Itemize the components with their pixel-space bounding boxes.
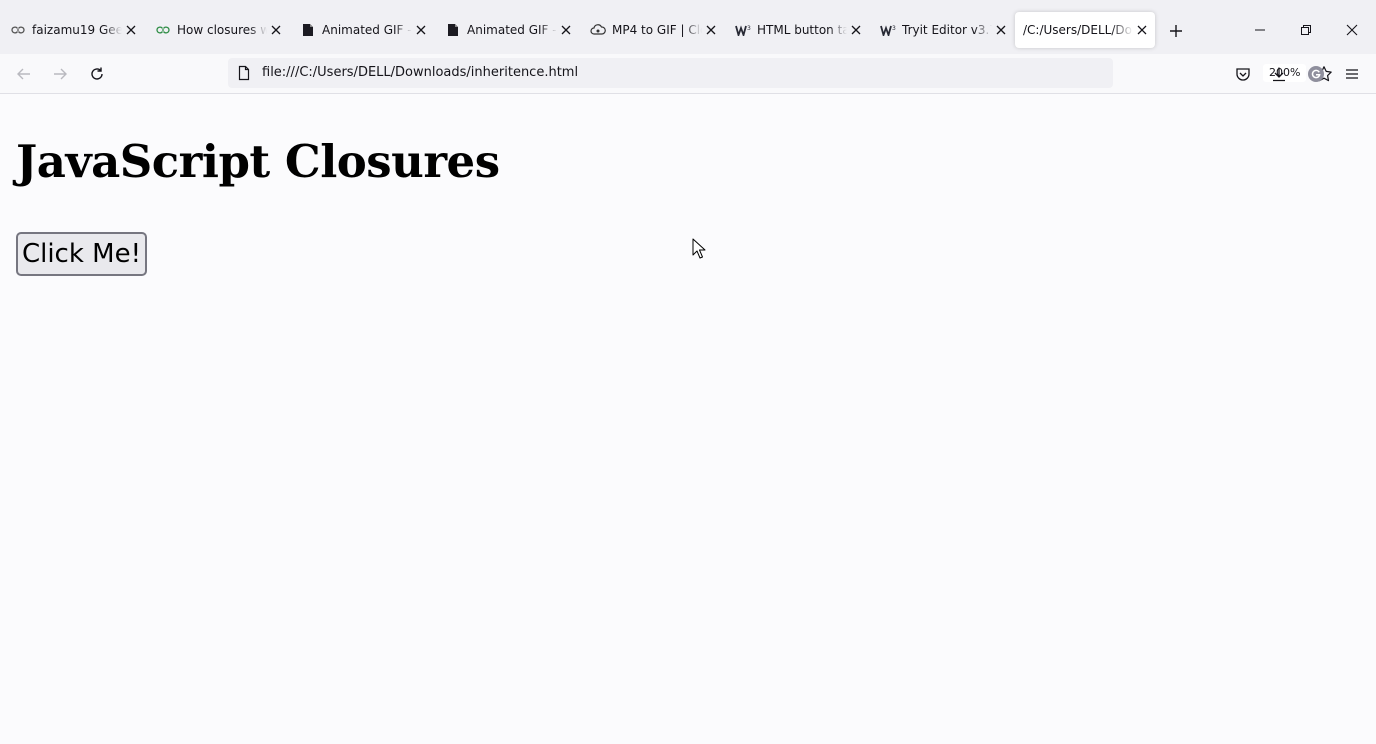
- new-tab-button[interactable]: [1166, 21, 1186, 41]
- geeksforgeeks-icon: [10, 22, 26, 38]
- close-icon[interactable]: [1135, 23, 1149, 37]
- pocket-icon[interactable]: [1231, 62, 1255, 86]
- back-button[interactable]: [12, 62, 36, 86]
- tab-title: MP4 to GIF | Clo: [612, 23, 702, 37]
- document-icon: [300, 22, 316, 38]
- cloud-icon: [590, 22, 606, 38]
- geeksforgeeks-icon: [155, 22, 171, 38]
- url-text[interactable]: file:///C:/Users/DELL/Downloads/inherite…: [262, 65, 578, 80]
- click-me-button[interactable]: Click Me!: [16, 232, 147, 276]
- tab-animated-gif-2[interactable]: Animated GIF - F: [435, 12, 579, 48]
- tab-title: How closures wo: [177, 23, 267, 37]
- close-icon[interactable]: [849, 23, 863, 37]
- hamburger-menu-icon[interactable]: [1340, 62, 1364, 86]
- minimize-button[interactable]: [1248, 18, 1272, 42]
- account-avatar-icon[interactable]: [1304, 62, 1328, 86]
- tab-tryit-editor[interactable]: 3 Tryit Editor v3.7: [870, 12, 1014, 48]
- svg-text:3: 3: [892, 25, 896, 32]
- tab-local-file-active[interactable]: /C:/Users/DELL/Dov: [1015, 12, 1155, 48]
- page-icon: [236, 65, 252, 81]
- mouse-cursor-icon: [692, 238, 706, 259]
- svg-text:3: 3: [747, 25, 751, 32]
- downloads-icon[interactable]: [1267, 62, 1291, 86]
- document-icon: [445, 22, 461, 38]
- tab-title: /C:/Users/DELL/Dov: [1023, 23, 1133, 37]
- reload-button[interactable]: [85, 62, 109, 86]
- tab-title: Animated GIF - F: [322, 23, 412, 37]
- tab-mp4-to-gif[interactable]: MP4 to GIF | Clo: [580, 12, 724, 48]
- tab-faizamu19-geeks[interactable]: faizamu19 Geeks: [0, 12, 144, 48]
- tab-title: HTML button ta: [757, 23, 847, 37]
- tab-title: Tryit Editor v3.7: [902, 23, 992, 37]
- tab-how-closures-work[interactable]: How closures wo: [145, 12, 289, 48]
- restore-button[interactable]: [1294, 18, 1318, 42]
- close-window-button[interactable]: [1340, 18, 1364, 42]
- close-icon[interactable]: [269, 23, 283, 37]
- close-icon[interactable]: [124, 23, 138, 37]
- w3schools-icon: 3: [735, 22, 751, 38]
- tab-title: Animated GIF - F: [467, 23, 557, 37]
- tab-bar: faizamu19 Geeks How closures wo Animated…: [0, 0, 1376, 54]
- w3schools-icon: 3: [880, 22, 896, 38]
- close-icon[interactable]: [559, 23, 573, 37]
- page-content: JavaScript Closures Click Me!: [0, 94, 1376, 744]
- close-icon[interactable]: [414, 23, 428, 37]
- tab-title: faizamu19 Geeks: [32, 23, 122, 37]
- tab-html-button-tag[interactable]: 3 HTML button ta: [725, 12, 869, 48]
- forward-button[interactable]: [48, 62, 72, 86]
- close-icon[interactable]: [994, 23, 1008, 37]
- url-bar[interactable]: file:///C:/Users/DELL/Downloads/inherite…: [228, 58, 1332, 88]
- page-title: JavaScript Closures: [16, 135, 500, 188]
- navigation-toolbar: file:///C:/Users/DELL/Downloads/inherite…: [0, 54, 1376, 94]
- close-icon[interactable]: [704, 23, 718, 37]
- tab-animated-gif-1[interactable]: Animated GIF - F: [290, 12, 434, 48]
